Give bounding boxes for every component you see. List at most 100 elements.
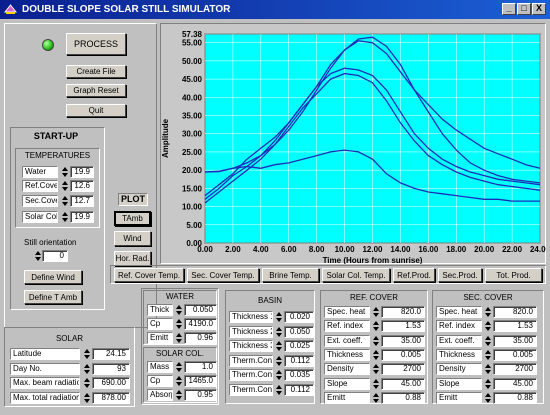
close-button[interactable]: X [532,3,546,15]
refcover-label-1: Ref. index [324,320,370,333]
seccover-field-1[interactable]: 1.53 [493,320,537,333]
process-button[interactable]: PROCESS [66,33,126,55]
solar-field-3[interactable]: 878.00 [92,391,130,404]
seccover-stepper-2[interactable] [484,335,491,347]
water-field-0[interactable]: 0.050 [184,304,217,316]
solar-field-2[interactable]: 690.00 [92,377,130,389]
y-tick-label: 0.00 [186,239,202,248]
seccover-stepper-3[interactable] [484,349,491,361]
temp-field-3[interactable]: 19.9 [70,211,94,223]
plot-hor-rad-button[interactable]: Hor. Rad. [114,251,151,266]
temp-field-2[interactable]: 12.7 [70,195,94,207]
refcover-stepper-4[interactable] [372,363,379,375]
x-tick-label: 12.00 [362,245,383,254]
refcover-field-6[interactable]: 0.88 [381,391,425,404]
refcover-stepper-1[interactable] [372,320,379,332]
basin-field-4[interactable]: 0.035 [284,369,314,381]
solarcol-stepper-0[interactable] [175,361,182,373]
refcover-field-5[interactable]: 45.00 [381,377,425,390]
refcover-stepper-3[interactable] [372,349,379,361]
seccover-stepper-1[interactable] [484,320,491,332]
water-stepper-1[interactable] [175,318,182,330]
x-tick-label: 14.00 [390,245,411,254]
basin-stepper-4[interactable] [275,369,282,381]
plot-tamb-button[interactable]: TAmb [114,211,151,226]
solar-stepper-3[interactable] [83,392,90,404]
basin-stepper-3[interactable] [275,355,282,367]
water-stepper-0[interactable] [175,304,182,316]
basin-field-2[interactable]: 0.025 [284,340,314,352]
seccover-field-2[interactable]: 35.00 [493,334,537,347]
water-stepper-2[interactable] [175,332,182,344]
y-tick-label: 5.00 [186,221,202,230]
still-orientation-field[interactable]: 0 [42,250,68,262]
solar-stepper-0[interactable] [83,348,90,360]
seccover-field-5[interactable]: 45.00 [493,377,537,390]
refcover-field-3[interactable]: 0.005 [381,348,425,361]
temp-stepper-1[interactable] [61,180,68,192]
seccover-stepper-4[interactable] [484,363,491,375]
plot-tab-1[interactable]: Sec. Cover Temp. [187,268,259,282]
y-tick-label: 10.00 [182,203,203,212]
refcover-field-0[interactable]: 820.0 [381,306,425,318]
basin-field-3[interactable]: 0.112 [284,354,314,367]
basin-stepper-0[interactable] [275,311,282,323]
solarcol-field-1[interactable]: 1465.0 [184,375,217,387]
seccover-field-6[interactable]: 0.88 [493,391,537,404]
water-label-1: Cp [147,318,173,330]
basin-field-0[interactable]: 0.020 [284,311,314,323]
solar-stepper-2[interactable] [83,377,90,389]
create-file-button[interactable]: Create File [66,65,126,78]
basin-stepper-2[interactable] [275,340,282,352]
refcover-field-4[interactable]: 2700 [381,363,425,376]
seccover-label-5: Slope [436,377,482,390]
solarcol-field-2[interactable]: 0.95 [184,389,217,401]
refcover-stepper-5[interactable] [372,378,379,390]
solar-field-1[interactable]: 93 [92,362,130,375]
plot-tab-2[interactable]: Brine Temp. [262,268,319,282]
solar-field-0[interactable]: 24.15 [92,348,130,360]
basin-stepper-5[interactable] [275,384,282,396]
refcover-stepper-6[interactable] [372,392,379,404]
basin-field-5[interactable]: 0.112 [284,383,314,396]
seccover-field-0[interactable]: 820.0 [493,306,537,318]
graph-reset-button[interactable]: Graph Reset [66,84,126,97]
plot-tab-3[interactable]: Solar Col. Temp. [322,268,390,282]
solarcol-stepper-1[interactable] [175,375,182,387]
minimize-button[interactable]: _ [502,3,516,15]
seccover-stepper-5[interactable] [484,378,491,390]
seccover-label-1: Ref. index [436,320,482,333]
temp-stepper-2[interactable] [61,195,68,207]
solarcol-field-0[interactable]: 1.0 [184,361,217,373]
temp-field-1[interactable]: 12.6 [70,180,94,192]
define-wind-button[interactable]: Define Wind [24,270,82,284]
seccover-field-3[interactable]: 0.005 [493,348,537,361]
seccover-field-4[interactable]: 2700 [493,363,537,376]
solar-stepper-1[interactable] [83,363,90,375]
temp-stepper-0[interactable] [61,166,68,178]
water-field-2[interactable]: 0.96 [184,332,217,344]
plot-tab-0[interactable]: Ref. Cover Temp. [114,268,184,282]
basin-field-1[interactable]: 0.050 [284,325,314,338]
startup-title: START-UP [33,131,79,141]
plot-wind-button[interactable]: Wind [114,231,151,246]
maximize-button[interactable]: □ [517,3,531,15]
temp-field-0[interactable]: 19.9 [70,166,94,178]
refcover-label-3: Thickness [324,348,370,361]
plot-tab-6[interactable]: Tot. Prod. [485,268,542,282]
seccover-stepper-0[interactable] [484,306,491,318]
solarcol-stepper-2[interactable] [175,389,182,401]
still-orientation-stepper[interactable] [34,250,41,262]
quit-button[interactable]: Quit [66,104,126,117]
define-tamb-button[interactable]: Define T Amb [24,290,82,304]
refcover-field-2[interactable]: 35.00 [381,334,425,347]
plot-tab-4[interactable]: Ref.Prod. [393,268,435,282]
seccover-stepper-6[interactable] [484,392,491,404]
refcover-stepper-0[interactable] [372,306,379,318]
temp-stepper-3[interactable] [61,211,68,223]
refcover-field-1[interactable]: 1.53 [381,320,425,333]
water-field-1[interactable]: 4190.0 [184,318,217,330]
plot-tab-5[interactable]: Sec.Prod. [438,268,482,282]
basin-stepper-1[interactable] [275,326,282,338]
refcover-stepper-2[interactable] [372,335,379,347]
